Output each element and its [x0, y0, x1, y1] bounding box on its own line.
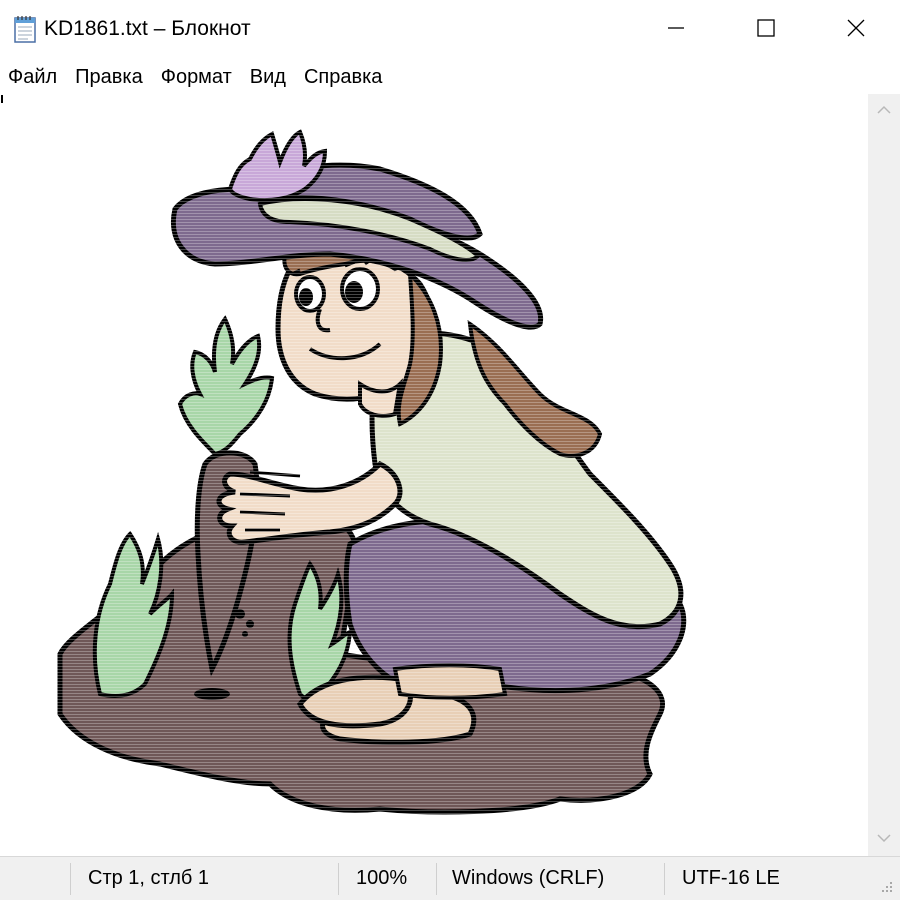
status-separator [436, 863, 437, 895]
maximize-icon [756, 18, 776, 43]
ascii-art-girl-with-carrot-icon [57, 129, 687, 815]
menu-format[interactable]: Формат [152, 60, 241, 94]
menu-file[interactable]: Файл [0, 60, 66, 94]
vertical-scrollbar[interactable] [868, 94, 900, 856]
status-separator [70, 863, 71, 895]
menu-edit[interactable]: Правка [66, 60, 152, 94]
text-caret [1, 95, 3, 103]
status-zoom: 100% [356, 867, 408, 889]
status-line-ending: Windows (CRLF) [452, 867, 605, 889]
status-bar: Стр 1, стлб 1 100% Windows (CRLF) UTF-16… [0, 856, 900, 900]
scroll-up-button[interactable] [868, 94, 900, 128]
minimize-icon [666, 18, 686, 43]
menu-view[interactable]: Вид [241, 60, 295, 94]
title-bar[interactable]: KD1861.txt – Блокнот [0, 0, 900, 60]
notepad-window: KD1861.txt – Блокнот Файл Правка Формат … [0, 0, 900, 900]
chevron-down-icon [877, 830, 891, 848]
chevron-up-icon [877, 102, 891, 120]
minimize-button[interactable] [630, 0, 722, 60]
close-button[interactable] [810, 0, 900, 60]
window-title: KD1861.txt – Блокнот [44, 17, 251, 40]
close-icon [846, 18, 866, 43]
status-cursor-position: Стр 1, стлб 1 [88, 867, 210, 889]
status-separator [664, 863, 665, 895]
menu-help[interactable]: Справка [295, 60, 391, 94]
text-editor-area[interactable] [0, 94, 868, 856]
menu-bar: Файл Правка Формат Вид Справка [0, 60, 900, 94]
notepad-icon [12, 14, 38, 44]
scroll-down-button[interactable] [868, 822, 900, 856]
resize-grip-icon[interactable] [880, 880, 894, 894]
status-encoding: UTF-16 LE [682, 867, 780, 889]
status-separator [338, 863, 339, 895]
maximize-button[interactable] [720, 0, 812, 60]
